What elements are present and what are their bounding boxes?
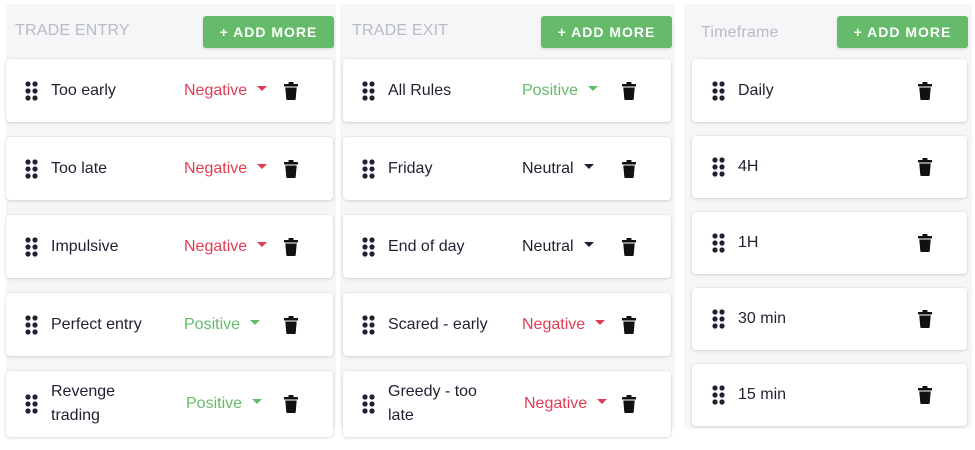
caret-down-icon <box>257 85 268 91</box>
trash-icon[interactable] <box>622 159 636 178</box>
trade-entry-title: TRADE ENTRY <box>15 22 130 39</box>
caret-down-icon <box>250 319 261 325</box>
trash-icon[interactable] <box>918 158 932 176</box>
caret-down-icon <box>583 241 594 247</box>
timeframe-item[interactable]: Daily <box>692 59 967 122</box>
trash-icon[interactable] <box>622 81 636 100</box>
caret-down-icon <box>257 163 268 169</box>
item-label: Too late <box>51 159 108 177</box>
trade-entry-item[interactable]: Perfect entry Positive <box>6 293 333 356</box>
item-label: 30 min <box>738 310 787 327</box>
caret-down-icon <box>252 399 263 405</box>
item-label: Impulsive <box>51 237 119 255</box>
caret-down-icon <box>257 241 268 247</box>
drag-handle-icon[interactable] <box>25 394 38 414</box>
trash-icon[interactable] <box>622 395 636 413</box>
trash-icon[interactable] <box>918 234 932 252</box>
trade-exit-add-more-button[interactable]: + ADD MORE <box>541 16 672 48</box>
caret-down-icon <box>595 319 606 325</box>
sentiment-value: Positive <box>186 395 243 412</box>
item-label: Perfect entry <box>51 315 142 333</box>
caret-down-icon <box>597 399 608 405</box>
trash-icon[interactable] <box>284 159 298 178</box>
item-label: Friday <box>388 159 433 177</box>
item-label: 4H <box>738 158 759 175</box>
item-label: Greedy - too late <box>388 383 477 424</box>
drag-handle-icon[interactable] <box>712 157 725 177</box>
drag-handle-icon[interactable] <box>25 80 38 101</box>
sentiment-value: Neutral <box>522 237 574 255</box>
sentiment-value: Positive <box>522 81 579 99</box>
trade-entry-add-more-button[interactable]: + ADD MORE <box>203 16 334 48</box>
caret-down-icon <box>583 163 594 169</box>
trade-exit-item[interactable]: End of day Neutral <box>343 215 671 278</box>
sentiment-value: Negative <box>184 159 248 177</box>
trade-exit-item[interactable]: All Rules Positive <box>343 59 671 122</box>
item-label: Daily <box>738 81 774 99</box>
sentiment-dropdown[interactable]: Negative <box>184 237 268 257</box>
sentiment-dropdown[interactable]: Positive <box>184 315 261 335</box>
trade-entry-item[interactable]: Revenge trading Positive <box>6 371 333 437</box>
drag-handle-icon[interactable] <box>712 385 725 405</box>
trash-icon[interactable] <box>918 310 932 328</box>
trash-icon[interactable] <box>284 81 298 100</box>
item-label: Too early <box>51 81 116 99</box>
item-label: 1H <box>738 234 759 251</box>
sentiment-dropdown[interactable]: Negative <box>184 159 268 179</box>
trade-entry-item[interactable]: Too early Negative <box>6 59 333 122</box>
trash-icon[interactable] <box>918 81 932 100</box>
trash-icon[interactable] <box>284 395 298 413</box>
trash-icon[interactable] <box>284 315 298 334</box>
item-label: 15 min <box>738 386 787 403</box>
drag-handle-icon[interactable] <box>362 236 375 257</box>
item-label: All Rules <box>388 81 452 99</box>
sentiment-dropdown[interactable]: Positive <box>186 394 263 414</box>
item-label: Scared - early <box>388 315 488 333</box>
timeframe-add-more-button[interactable]: + ADD MORE <box>837 16 968 48</box>
drag-handle-icon[interactable] <box>362 158 375 179</box>
trade-exit-item[interactable]: Friday Neutral <box>343 137 671 200</box>
trash-icon[interactable] <box>622 315 636 334</box>
drag-handle-icon[interactable] <box>362 80 375 101</box>
timeframe-title: Timeframe <box>701 24 779 41</box>
trade-entry-header: TRADE ENTRY + ADD MORE <box>6 4 336 54</box>
sentiment-value: Negative <box>524 395 588 412</box>
drag-handle-icon[interactable] <box>712 309 725 329</box>
sentiment-value: Negative <box>522 315 586 333</box>
trade-exit-item[interactable]: Greedy - too late Negative <box>343 371 671 437</box>
drag-handle-icon[interactable] <box>25 236 38 257</box>
drag-handle-icon[interactable] <box>362 314 375 335</box>
trade-entry-item[interactable]: Too late Negative <box>6 137 333 200</box>
timeframe-item[interactable]: 4H <box>692 136 967 198</box>
trade-entry-item[interactable]: Impulsive Negative <box>6 215 333 278</box>
timeframe-item[interactable]: 15 min <box>692 364 967 426</box>
sentiment-dropdown[interactable]: Neutral <box>522 159 594 179</box>
sentiment-dropdown[interactable]: Positive <box>522 81 599 101</box>
drag-handle-icon[interactable] <box>712 80 725 101</box>
drag-handle-icon[interactable] <box>25 158 38 179</box>
sentiment-dropdown[interactable]: Negative <box>524 394 608 414</box>
timeframe-item[interactable]: 1H <box>692 212 967 274</box>
caret-down-icon <box>588 85 599 91</box>
trade-exit-header: TRADE EXIT + ADD MORE <box>340 4 675 54</box>
drag-handle-icon[interactable] <box>712 233 725 253</box>
drag-handle-icon[interactable] <box>25 314 38 335</box>
trade-exit-title: TRADE EXIT <box>352 22 449 39</box>
sentiment-dropdown[interactable]: Negative <box>184 81 268 101</box>
timeframe-header: Timeframe + ADD MORE <box>684 4 972 54</box>
item-label: End of day <box>388 237 465 255</box>
trade-exit-item[interactable]: Scared - early Negative <box>343 293 671 356</box>
item-label: Revenge trading <box>51 383 116 424</box>
trash-icon[interactable] <box>918 386 932 404</box>
drag-handle-icon[interactable] <box>362 394 375 414</box>
sentiment-value: Negative <box>184 81 248 99</box>
timeframe-item[interactable]: 30 min <box>692 288 967 350</box>
sentiment-value: Negative <box>184 237 248 255</box>
trash-icon[interactable] <box>284 237 298 256</box>
sentiment-dropdown[interactable]: Negative <box>522 315 606 335</box>
sentiment-value: Positive <box>184 315 241 333</box>
trash-icon[interactable] <box>622 237 636 256</box>
sentiment-value: Neutral <box>522 159 574 177</box>
sentiment-dropdown[interactable]: Neutral <box>522 237 594 257</box>
